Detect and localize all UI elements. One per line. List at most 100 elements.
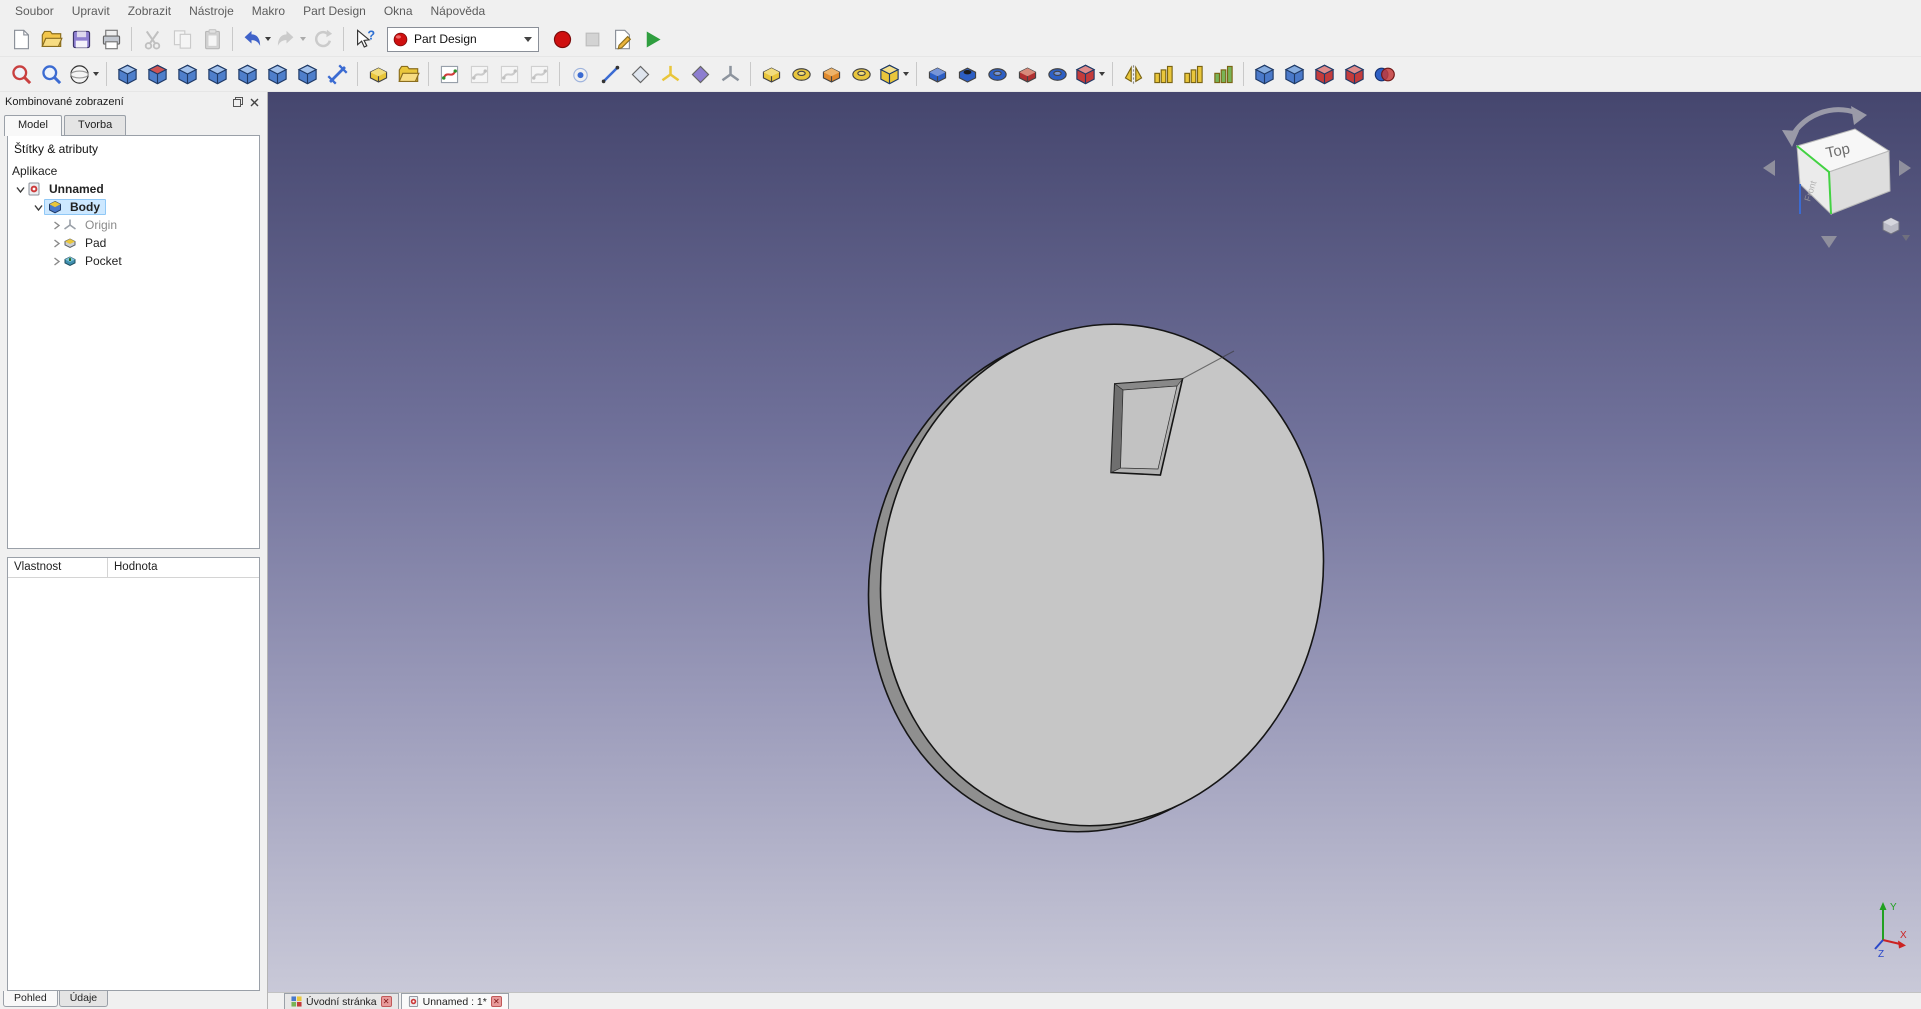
- redo-icon[interactable]: [273, 24, 308, 54]
- multitransform-icon[interactable]: [1208, 59, 1238, 89]
- hole-icon[interactable]: [952, 59, 982, 89]
- menu-macro[interactable]: Makro: [243, 1, 294, 21]
- paste-icon[interactable]: [197, 24, 227, 54]
- rotate-left-arrow-icon[interactable]: [1763, 160, 1775, 176]
- tree-item-pad[interactable]: Pad: [10, 234, 257, 252]
- top-view-icon[interactable]: [172, 59, 202, 89]
- subtractive-loft-icon[interactable]: [1012, 59, 1042, 89]
- groove-icon[interactable]: [982, 59, 1012, 89]
- close-tab-icon[interactable]: ✕: [381, 996, 392, 1007]
- expand-arrow-closed-icon[interactable]: [50, 257, 62, 266]
- macro-edit-icon[interactable]: [607, 24, 637, 54]
- linear-pattern-icon[interactable]: [1148, 59, 1178, 89]
- undo-icon[interactable]: [238, 24, 273, 54]
- additive-loft-icon[interactable]: [816, 59, 846, 89]
- box-zoom-icon[interactable]: [36, 59, 66, 89]
- tree-item-pocket[interactable]: Pocket: [10, 252, 257, 270]
- macro-record-icon[interactable]: [547, 24, 577, 54]
- tab-view-properties[interactable]: Pohled: [3, 991, 58, 1007]
- navigation-cube[interactable]: Top Front: [1761, 102, 1913, 254]
- menu-tools[interactable]: Nástroje: [180, 1, 243, 21]
- boolean-icon[interactable]: [1369, 59, 1399, 89]
- expand-arrow-closed-icon[interactable]: [50, 221, 62, 230]
- tab-data-properties[interactable]: Údaje: [59, 991, 108, 1007]
- save-document-icon[interactable]: [66, 24, 96, 54]
- menu-windows[interactable]: Okna: [375, 1, 422, 21]
- 3d-viewport[interactable]: Top Front Y X: [268, 92, 1921, 992]
- property-view-tabs: Pohled Údaje: [0, 991, 267, 1009]
- menu-partdesign[interactable]: Part Design: [294, 1, 375, 21]
- subtractive-pipe-icon[interactable]: [1042, 59, 1072, 89]
- rear-view-icon[interactable]: [232, 59, 262, 89]
- nav-cube-menu-icon[interactable]: [1883, 218, 1899, 234]
- tab-tasks[interactable]: Tvorba: [64, 115, 126, 135]
- left-view-icon[interactable]: [292, 59, 322, 89]
- macro-stop-icon[interactable]: [577, 24, 607, 54]
- new-document-icon[interactable]: [6, 24, 36, 54]
- shape-binder-icon[interactable]: [685, 59, 715, 89]
- panel-close-button[interactable]: [246, 95, 262, 110]
- expand-arrow-open-icon[interactable]: [14, 185, 26, 194]
- create-group-icon[interactable]: [393, 59, 423, 89]
- bottom-view-icon[interactable]: [262, 59, 292, 89]
- chamfer-icon[interactable]: [1279, 59, 1309, 89]
- datum-plane-icon[interactable]: [625, 59, 655, 89]
- tab-document-unnamed[interactable]: Unnamed : 1* ✕: [401, 993, 509, 1009]
- local-cs-icon[interactable]: [715, 59, 745, 89]
- revolution-icon[interactable]: [786, 59, 816, 89]
- create-body-icon[interactable]: [363, 59, 393, 89]
- tab-start-page[interactable]: Úvodní stránka ✕: [284, 993, 399, 1009]
- mirrored-icon[interactable]: [1118, 59, 1148, 89]
- edit-sketch-icon[interactable]: [464, 59, 494, 89]
- pocket-icon[interactable]: [922, 59, 952, 89]
- expand-arrow-open-icon[interactable]: [32, 203, 44, 212]
- rotate-right-arrow-icon[interactable]: [1899, 160, 1911, 176]
- fit-all-icon[interactable]: [6, 59, 36, 89]
- rotate-ccw-arrow-icon[interactable]: [1782, 130, 1799, 147]
- fillet-icon[interactable]: [1249, 59, 1279, 89]
- menu-view[interactable]: Zobrazit: [119, 1, 180, 21]
- rotate-cw-arrow-icon[interactable]: [1851, 106, 1867, 125]
- additive-pipe-icon[interactable]: [846, 59, 876, 89]
- menu-help[interactable]: Nápověda: [422, 1, 495, 21]
- datum-axes-icon[interactable]: [655, 59, 685, 89]
- pad-icon[interactable]: [756, 59, 786, 89]
- draw-style-icon[interactable]: [66, 59, 101, 89]
- refresh-icon[interactable]: [308, 24, 338, 54]
- subtractive-primitive-icon[interactable]: [1072, 59, 1107, 89]
- menu-file[interactable]: Soubor: [6, 1, 63, 21]
- polar-pattern-icon[interactable]: [1178, 59, 1208, 89]
- tree-item-origin[interactable]: Origin: [10, 216, 257, 234]
- nav-cube-dropdown-arrow[interactable]: [1902, 235, 1910, 241]
- tree-item-body[interactable]: Body: [10, 198, 257, 216]
- additive-primitive-icon[interactable]: [876, 59, 911, 89]
- tree-item-document[interactable]: Unnamed: [10, 180, 257, 198]
- create-sketch-icon[interactable]: [434, 59, 464, 89]
- copy-icon[interactable]: [167, 24, 197, 54]
- menu-edit[interactable]: Upravit: [63, 1, 119, 21]
- datum-line-icon[interactable]: [595, 59, 625, 89]
- cut-icon[interactable]: [137, 24, 167, 54]
- datum-point-icon[interactable]: [565, 59, 595, 89]
- tab-model[interactable]: Model: [4, 115, 62, 136]
- open-document-icon[interactable]: [36, 24, 66, 54]
- expand-arrow-closed-icon[interactable]: [50, 239, 62, 248]
- validate-sketch-icon[interactable]: [524, 59, 554, 89]
- whats-this-icon[interactable]: ?: [349, 24, 379, 54]
- macro-play-icon[interactable]: [637, 24, 667, 54]
- thickness-icon[interactable]: [1339, 59, 1369, 89]
- front-view-icon[interactable]: [142, 59, 172, 89]
- tree-item-application[interactable]: Aplikace: [10, 162, 257, 180]
- axonometric-view-icon[interactable]: [112, 59, 142, 89]
- part-body-disc[interactable]: [834, 283, 1369, 867]
- toolbar-separator: [343, 27, 344, 51]
- measure-icon[interactable]: [322, 59, 352, 89]
- rotate-down-arrow-icon[interactable]: [1821, 236, 1837, 248]
- workbench-selector[interactable]: Part Design: [387, 27, 539, 52]
- panel-float-button[interactable]: [230, 95, 246, 110]
- close-tab-icon[interactable]: ✕: [491, 996, 502, 1007]
- draft-icon[interactable]: [1309, 59, 1339, 89]
- map-sketch-icon[interactable]: [494, 59, 524, 89]
- print-icon[interactable]: [96, 24, 126, 54]
- right-view-icon[interactable]: [202, 59, 232, 89]
